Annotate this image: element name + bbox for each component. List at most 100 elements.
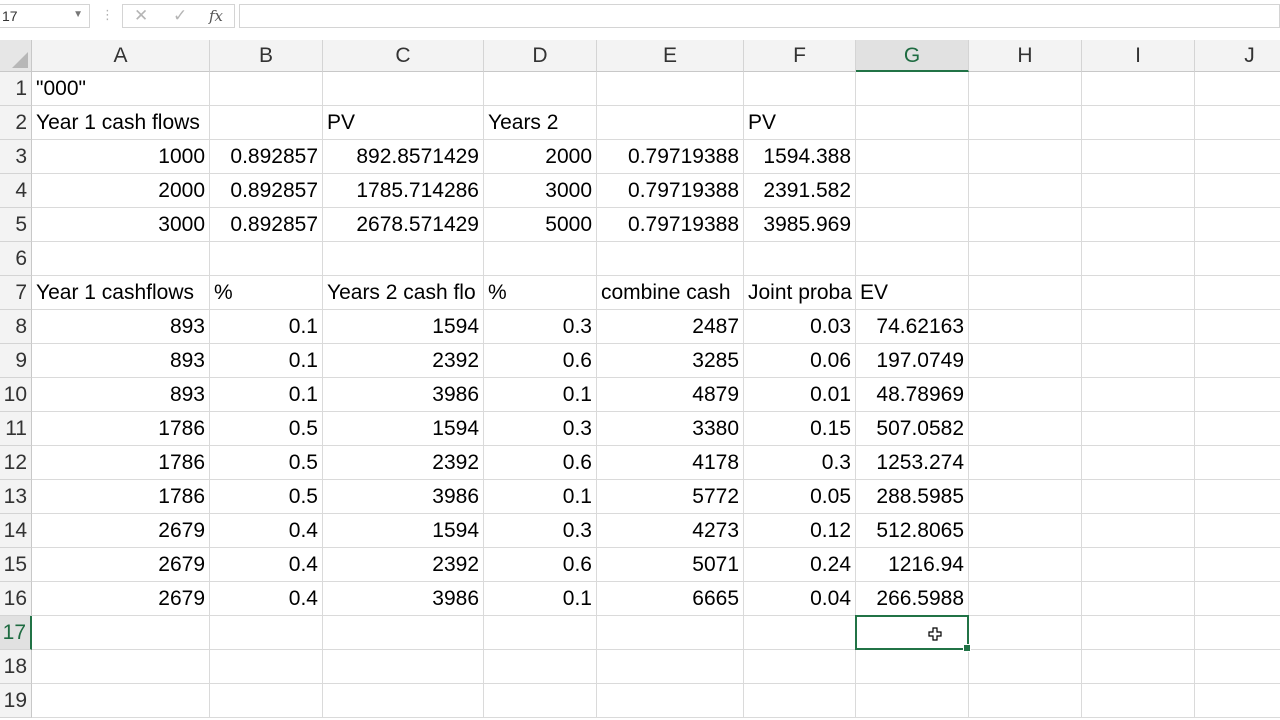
cell-d5[interactable]: 5000 <box>484 208 597 242</box>
cell-j2[interactable] <box>1195 106 1280 140</box>
cell-j5[interactable] <box>1195 208 1280 242</box>
cell-d4[interactable]: 3000 <box>484 174 597 208</box>
cell-b16[interactable]: 0.4 <box>210 582 323 616</box>
cell-i13[interactable] <box>1082 480 1195 514</box>
cell-b11[interactable]: 0.5 <box>210 412 323 446</box>
cell-f10[interactable]: 0.01 <box>744 378 856 412</box>
cell-a13[interactable]: 1786 <box>32 480 210 514</box>
cell-i15[interactable] <box>1082 548 1195 582</box>
cell-g18[interactable] <box>856 650 969 684</box>
cell-f1[interactable] <box>744 72 856 106</box>
cell-g10[interactable]: 48.78969 <box>856 378 969 412</box>
cell-h17[interactable] <box>969 616 1082 650</box>
cell-b7[interactable]: % <box>210 276 323 310</box>
cell-g13[interactable]: 288.5985 <box>856 480 969 514</box>
cell-e13[interactable]: 5772 <box>597 480 744 514</box>
cell-g16[interactable]: 266.5988 <box>856 582 969 616</box>
cell-i17[interactable] <box>1082 616 1195 650</box>
cell-g1[interactable] <box>856 72 969 106</box>
cell-f14[interactable]: 0.12 <box>744 514 856 548</box>
cell-a14[interactable]: 2679 <box>32 514 210 548</box>
cell-c9[interactable]: 2392 <box>323 344 484 378</box>
cell-a12[interactable]: 1786 <box>32 446 210 480</box>
cell-j10[interactable] <box>1195 378 1280 412</box>
cell-d11[interactable]: 0.3 <box>484 412 597 446</box>
cell-c16[interactable]: 3986 <box>323 582 484 616</box>
row-header-2[interactable]: 2 <box>0 106 32 140</box>
cell-e12[interactable]: 4178 <box>597 446 744 480</box>
cell-a7[interactable]: Year 1 cashflows <box>32 276 210 310</box>
row-header-5[interactable]: 5 <box>0 208 32 242</box>
cell-j7[interactable] <box>1195 276 1280 310</box>
cell-f12[interactable]: 0.3 <box>744 446 856 480</box>
cell-j16[interactable] <box>1195 582 1280 616</box>
cell-f11[interactable]: 0.15 <box>744 412 856 446</box>
cell-i7[interactable] <box>1082 276 1195 310</box>
cell-h6[interactable] <box>969 242 1082 276</box>
cell-f17[interactable] <box>744 616 856 650</box>
cell-j1[interactable] <box>1195 72 1280 106</box>
cell-i16[interactable] <box>1082 582 1195 616</box>
cell-d9[interactable]: 0.6 <box>484 344 597 378</box>
cell-e17[interactable] <box>597 616 744 650</box>
cell-b12[interactable]: 0.5 <box>210 446 323 480</box>
cell-j9[interactable] <box>1195 344 1280 378</box>
row-header-6[interactable]: 6 <box>0 242 32 276</box>
cell-g3[interactable] <box>856 140 969 174</box>
cell-d10[interactable]: 0.1 <box>484 378 597 412</box>
cell-i2[interactable] <box>1082 106 1195 140</box>
cell-f18[interactable] <box>744 650 856 684</box>
cell-a6[interactable] <box>32 242 210 276</box>
cell-f8[interactable]: 0.03 <box>744 310 856 344</box>
cell-e7[interactable]: combine cash <box>597 276 744 310</box>
cell-g9[interactable]: 197.0749 <box>856 344 969 378</box>
cell-e8[interactable]: 2487 <box>597 310 744 344</box>
cell-c10[interactable]: 3986 <box>323 378 484 412</box>
row-header-12[interactable]: 12 <box>0 446 32 480</box>
cell-f9[interactable]: 0.06 <box>744 344 856 378</box>
cell-a16[interactable]: 2679 <box>32 582 210 616</box>
enter-icon[interactable]: ✓ <box>173 6 187 26</box>
cell-a15[interactable]: 2679 <box>32 548 210 582</box>
cell-d14[interactable]: 0.3 <box>484 514 597 548</box>
row-header-19[interactable]: 19 <box>0 684 32 718</box>
cell-f5[interactable]: 3985.969 <box>744 208 856 242</box>
cell-h11[interactable] <box>969 412 1082 446</box>
cell-b13[interactable]: 0.5 <box>210 480 323 514</box>
column-header-j[interactable]: J <box>1195 40 1280 72</box>
cell-h4[interactable] <box>969 174 1082 208</box>
cell-h8[interactable] <box>969 310 1082 344</box>
cell-f16[interactable]: 0.04 <box>744 582 856 616</box>
cell-e5[interactable]: 0.79719388 <box>597 208 744 242</box>
cell-d18[interactable] <box>484 650 597 684</box>
cell-i10[interactable] <box>1082 378 1195 412</box>
cell-c1[interactable] <box>323 72 484 106</box>
cell-a2[interactable]: Year 1 cash flows <box>32 106 210 140</box>
column-header-d[interactable]: D <box>484 40 597 72</box>
select-all-corner[interactable] <box>0 40 32 72</box>
cell-h12[interactable] <box>969 446 1082 480</box>
cell-j17[interactable] <box>1195 616 1280 650</box>
row-header-11[interactable]: 11 <box>0 412 32 446</box>
cell-j19[interactable] <box>1195 684 1280 718</box>
cell-h18[interactable] <box>969 650 1082 684</box>
cell-h10[interactable] <box>969 378 1082 412</box>
cell-h9[interactable] <box>969 344 1082 378</box>
cell-f7[interactable]: Joint proba <box>744 276 856 310</box>
cell-g12[interactable]: 1253.274 <box>856 446 969 480</box>
row-header-4[interactable]: 4 <box>0 174 32 208</box>
column-header-a[interactable]: A <box>32 40 210 72</box>
spreadsheet-grid[interactable]: A B C D E F G H I J 1 "000" 2 Year 1 cash flows PV Year… <box>0 40 1280 720</box>
cell-b8[interactable]: 0.1 <box>210 310 323 344</box>
column-header-b[interactable]: B <box>210 40 323 72</box>
cell-d2[interactable]: Years 2 <box>484 106 597 140</box>
cell-i11[interactable] <box>1082 412 1195 446</box>
cell-c15[interactable]: 2392 <box>323 548 484 582</box>
cell-d17[interactable] <box>484 616 597 650</box>
cell-a9[interactable]: 893 <box>32 344 210 378</box>
cell-i8[interactable] <box>1082 310 1195 344</box>
cell-b5[interactable]: 0.892857 <box>210 208 323 242</box>
cell-i19[interactable] <box>1082 684 1195 718</box>
cell-a8[interactable]: 893 <box>32 310 210 344</box>
cell-e10[interactable]: 4879 <box>597 378 744 412</box>
